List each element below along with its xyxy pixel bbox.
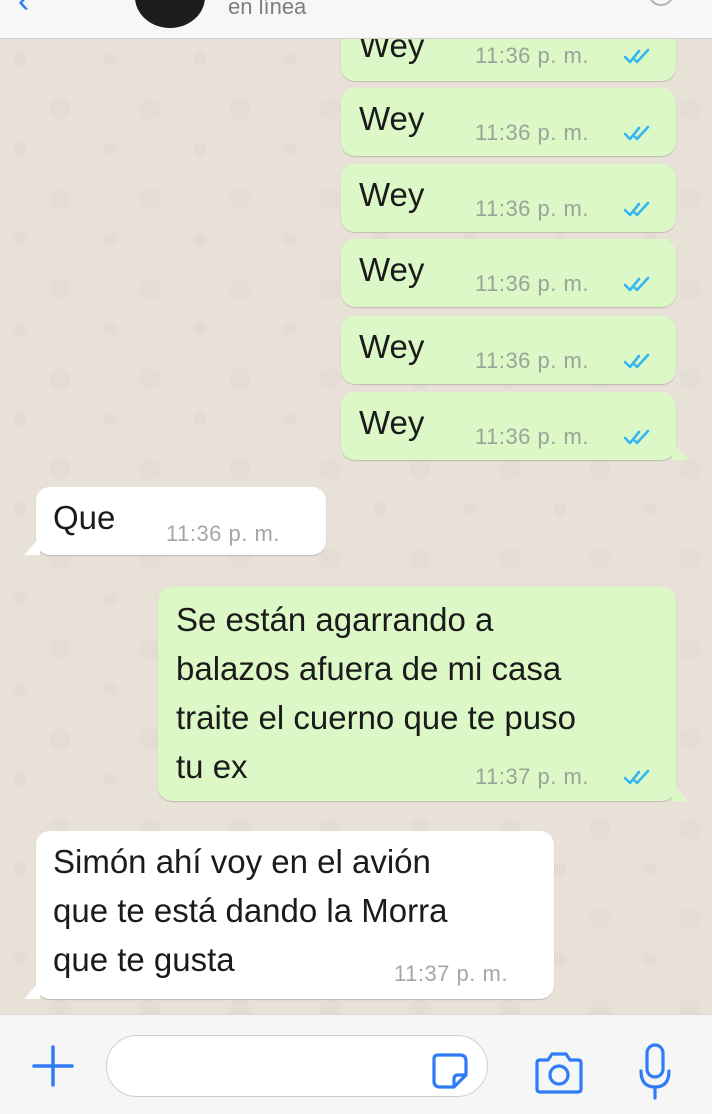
message-text-line: traite el cuerno que te puso (176, 699, 576, 736)
bubble-tail (24, 981, 40, 999)
message-bubble-outgoing[interactable]: Wey 11:36 p. m. (341, 88, 676, 156)
double-check-icon (623, 201, 650, 217)
message-bubble-incoming[interactable]: Que 11:36 p. m. (24, 487, 326, 555)
message-text-line: que te está dando la Morra (53, 892, 448, 929)
message-time: 11:37 p. m. (475, 764, 589, 789)
message-time: 11:36 p. m. (475, 424, 589, 449)
microphone-icon[interactable] (638, 1043, 672, 1101)
message-time: 11:37 p. m. (394, 961, 508, 986)
message-composer (0, 1014, 712, 1114)
message-text: Wey (359, 100, 425, 137)
message-bubble-outgoing[interactable]: Wey 11:36 p. m. (341, 239, 676, 307)
message-text: Wey (359, 404, 425, 441)
message-text: Wey (359, 176, 425, 213)
sticker-icon[interactable] (430, 1051, 470, 1091)
message-bubble-outgoing[interactable]: Wey 11:36 p. m. (341, 316, 676, 384)
double-check-icon (623, 48, 650, 64)
message-text-line: tu ex (176, 748, 248, 785)
bubble-tail (24, 537, 40, 555)
message-bubble-outgoing[interactable]: Wey 11:36 p. m. (341, 392, 688, 460)
message-text: Wey (359, 328, 425, 365)
message-time: 11:36 p. m. (166, 521, 280, 546)
double-check-icon (623, 125, 650, 141)
message-time: 11:36 p. m. (475, 120, 589, 145)
double-check-icon (623, 353, 650, 369)
message-list[interactable]: Wey 11:36 p. m. Wey 11:36 p. m. Wey 11:3… (0, 39, 712, 1014)
message-bubble-outgoing[interactable]: Wey 11:36 p. m. (341, 39, 676, 81)
chat-header: ‹ en línea (0, 0, 712, 39)
message-text: Wey (359, 39, 425, 64)
message-text-line: Se están agarrando a (176, 601, 494, 638)
message-time: 11:36 p. m. (475, 348, 589, 373)
plus-icon[interactable] (30, 1043, 76, 1089)
bubble-tail (672, 442, 688, 460)
message-text: Wey (359, 251, 425, 288)
message-time: 11:36 p. m. (475, 196, 589, 221)
double-check-icon (623, 276, 650, 292)
contact-status: en línea (228, 0, 307, 19)
back-chevron-icon[interactable]: ‹ (18, 0, 48, 18)
message-bubble-outgoing[interactable]: Wey 11:36 p. m. (341, 164, 676, 232)
message-bubble-outgoing[interactable]: Se están agarrando a balazos afuera de m… (158, 587, 688, 801)
message-text-line: que te gusta (53, 941, 235, 978)
contact-avatar[interactable] (135, 0, 205, 28)
message-bubble-incoming[interactable]: Simón ahí voy en el avión que te está da… (24, 831, 554, 999)
double-check-icon (623, 769, 650, 785)
message-text-line: balazos afuera de mi casa (176, 650, 562, 687)
bubble-tail (672, 783, 688, 801)
double-check-icon (623, 429, 650, 445)
message-time: 11:36 p. m. (475, 271, 589, 296)
message-time: 11:36 p. m. (475, 43, 589, 68)
message-text: Que (53, 499, 116, 536)
camera-icon[interactable] (532, 1051, 586, 1095)
message-text-line: Simón ahí voy en el avión (53, 843, 431, 880)
call-icon[interactable] (648, 0, 674, 6)
